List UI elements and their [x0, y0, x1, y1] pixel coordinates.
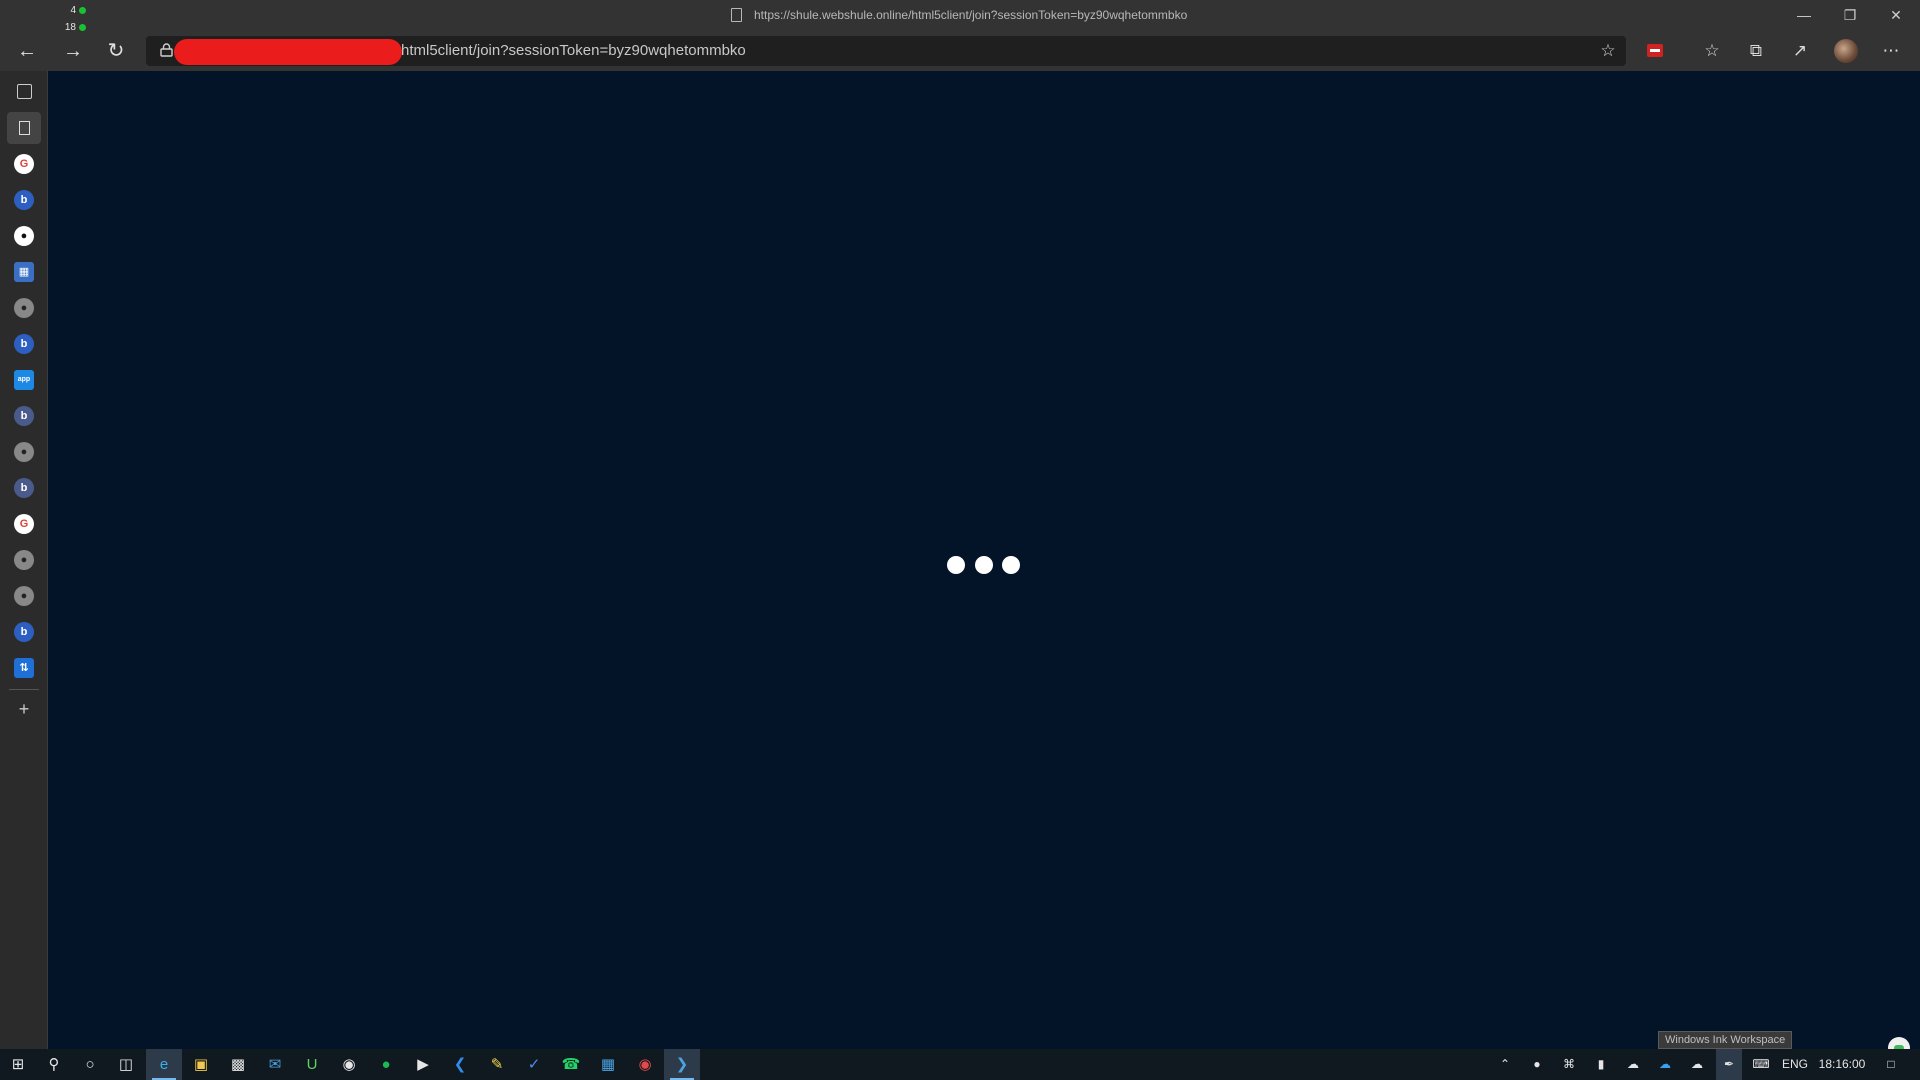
start-icon[interactable]: ⊞: [0, 1049, 36, 1080]
network-icon[interactable]: ⌘: [1556, 1049, 1582, 1080]
bigbluebutton-icon[interactable]: b: [14, 190, 34, 210]
terminal-icon[interactable]: ❯: [664, 1049, 700, 1080]
github-icon[interactable]: ●: [14, 298, 34, 318]
loading-dot: [975, 556, 993, 574]
refresh-button[interactable]: ↻: [101, 36, 131, 66]
calendar-icon[interactable]: ▦: [590, 1049, 626, 1080]
sticky-notes-icon[interactable]: ✎: [479, 1049, 515, 1080]
spotify-icon[interactable]: ●: [368, 1049, 404, 1080]
collections-icon[interactable]: ⧉: [1741, 37, 1771, 65]
more-icon[interactable]: ⋯: [1876, 37, 1906, 65]
camera-icon[interactable]: ◉: [627, 1049, 663, 1080]
google-icon[interactable]: G: [14, 154, 34, 174]
add-favorite-icon[interactable]: ☆: [1593, 37, 1623, 65]
google-icon[interactable]: G: [14, 514, 34, 534]
green-dot-icon: [79, 7, 86, 14]
share-icon[interactable]: ↗: [1785, 37, 1815, 65]
tray-app-icon[interactable]: ●: [1524, 1049, 1550, 1080]
battery-icon[interactable]: ▮: [1588, 1049, 1614, 1080]
cloud-sync-icon[interactable]: ☁: [1684, 1049, 1710, 1080]
extension-icon[interactable]: [1647, 44, 1663, 57]
page-icon: [18, 121, 30, 136]
tab-active[interactable]: [7, 112, 41, 144]
search-icon[interactable]: ⚲: [36, 1049, 72, 1080]
onedrive-icon[interactable]: ☁: [1620, 1049, 1646, 1080]
bigbluebutton-icon[interactable]: b: [14, 622, 34, 642]
page-icon: [731, 8, 742, 22]
bigbluebutton-icon[interactable]: b: [14, 334, 34, 354]
task-view-icon[interactable]: ◫: [108, 1049, 144, 1080]
edge-icon[interactable]: e: [146, 1049, 182, 1080]
mail-icon[interactable]: ✉: [257, 1049, 293, 1080]
notifications-icon[interactable]: □: [1876, 1049, 1906, 1080]
close-button[interactable]: ✕: [1873, 0, 1919, 30]
lock-icon[interactable]: [160, 43, 173, 57]
github-icon[interactable]: ●: [14, 226, 34, 246]
sidebar-separator: [9, 689, 39, 690]
github-icon[interactable]: ●: [14, 586, 34, 606]
profile-avatar[interactable]: [1834, 39, 1858, 63]
bigbluebutton-icon[interactable]: b: [14, 478, 34, 498]
whiteboard-icon[interactable]: ▦: [14, 262, 34, 282]
favorites-icon[interactable]: ☆: [1697, 37, 1727, 65]
minimize-button[interactable]: —: [1781, 0, 1827, 30]
restore-button[interactable]: ❐: [1827, 0, 1873, 30]
media-player-icon[interactable]: ▶: [405, 1049, 441, 1080]
github-icon[interactable]: ●: [14, 442, 34, 462]
github-icon[interactable]: ●: [14, 550, 34, 570]
back-button[interactable]: ←: [12, 36, 42, 66]
loading-dot: [947, 556, 965, 574]
tooltip: Windows Ink Workspace: [1658, 1031, 1793, 1049]
app-icon[interactable]: app: [14, 370, 34, 390]
windows-ink-icon[interactable]: ✒: [1716, 1049, 1742, 1080]
file-explorer-icon[interactable]: ▣: [183, 1049, 219, 1080]
store-icon[interactable]: ▩: [220, 1049, 256, 1080]
show-hidden-icons-icon[interactable]: ⌃: [1492, 1049, 1518, 1080]
upwork-icon[interactable]: U: [294, 1049, 330, 1080]
vscode-icon[interactable]: ❮: [442, 1049, 478, 1080]
window-title: https://shule.webshule.online/html5clien…: [754, 8, 1188, 22]
whatsapp-icon[interactable]: ☎: [553, 1049, 589, 1080]
url-text[interactable]: html5client/join?sessionToken=byz90wqhet…: [401, 42, 746, 59]
counter-1: 4: [58, 2, 86, 19]
onedrive-business-icon[interactable]: ☁: [1652, 1049, 1678, 1080]
language-indicator[interactable]: ENG: [1778, 1049, 1812, 1080]
green-dot-icon: [79, 24, 86, 31]
clock[interactable]: 18:16:00: [1814, 1049, 1870, 1080]
keyboard-icon[interactable]: ⌨: [1748, 1049, 1774, 1080]
cortana-icon[interactable]: ○: [72, 1049, 108, 1080]
bigbluebutton-icon[interactable]: b: [14, 406, 34, 426]
chrome-icon[interactable]: ◉: [331, 1049, 367, 1080]
todo-icon[interactable]: ✓: [516, 1049, 552, 1080]
loading-dot: [1002, 556, 1020, 574]
forward-button[interactable]: →: [58, 36, 88, 66]
plus-icon[interactable]: +: [14, 699, 34, 719]
tabs-icon[interactable]: [17, 84, 32, 99]
share-icon[interactable]: ⇅: [14, 658, 34, 678]
redaction-mark: [174, 39, 402, 65]
